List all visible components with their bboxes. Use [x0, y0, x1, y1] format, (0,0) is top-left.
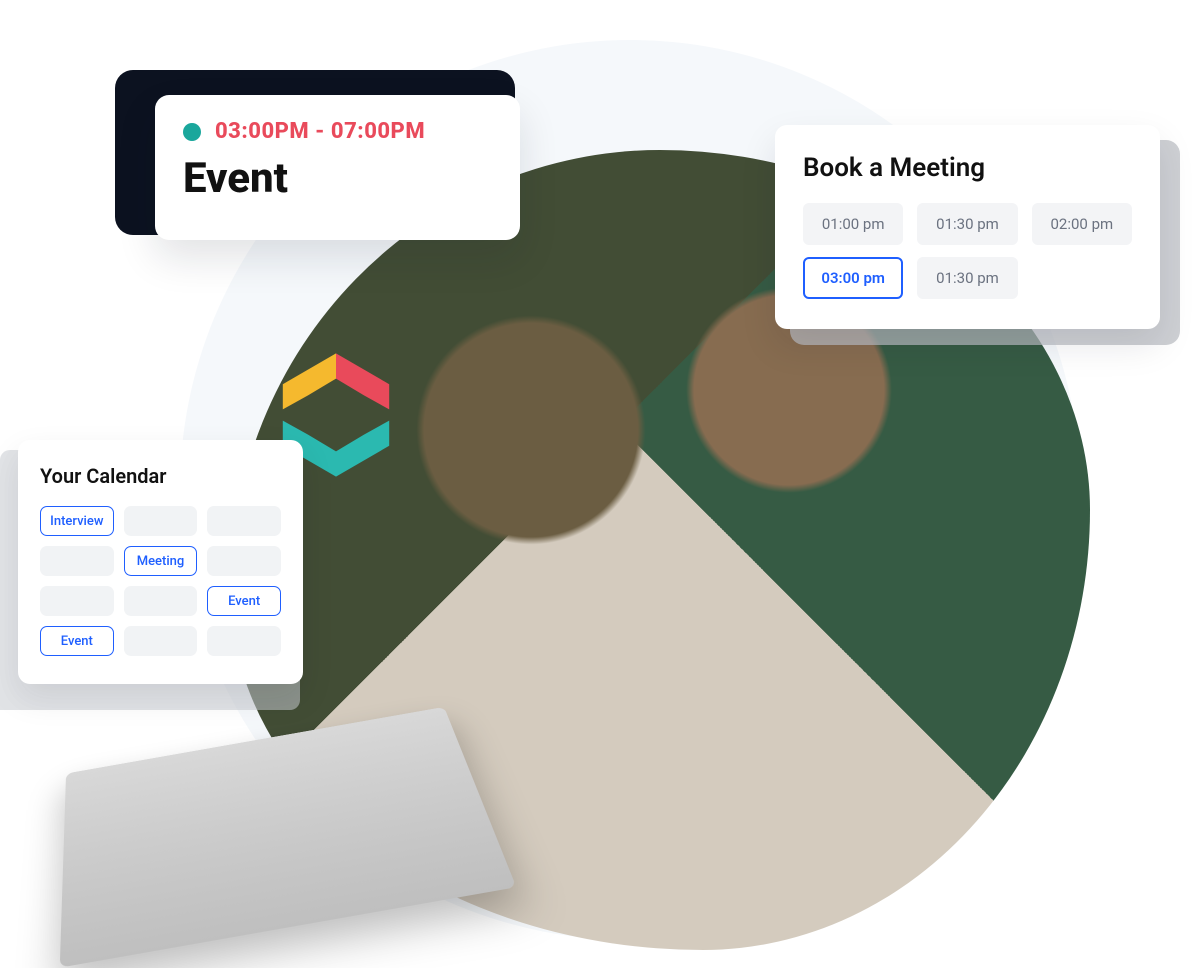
calendar-entry-empty [40, 546, 114, 576]
calendar-entry-event[interactable]: Event [40, 626, 114, 656]
calendar-entry-meeting[interactable]: Meeting [124, 546, 198, 576]
time-slot[interactable]: 01:30 pm [917, 203, 1017, 245]
book-meeting-title: Book a Meeting [803, 153, 1132, 183]
calendar-entry-empty [40, 586, 114, 616]
event-card: 03:00PM - 07:00PM Event [155, 95, 520, 240]
time-slot-selected[interactable]: 03:00 pm [803, 257, 903, 299]
time-slot-grid: 01:00 pm 01:30 pm 02:00 pm 03:00 pm 01:3… [803, 203, 1132, 299]
calendar-entry-empty [207, 506, 281, 536]
calendar-entry-event[interactable]: Event [207, 586, 281, 616]
calendar-entry-empty [124, 626, 198, 656]
status-dot-icon [183, 123, 201, 141]
calendar-entry-empty [207, 546, 281, 576]
time-slot[interactable]: 02:00 pm [1032, 203, 1132, 245]
time-slot[interactable]: 01:30 pm [917, 257, 1017, 299]
your-calendar-title: Your Calendar [40, 464, 281, 488]
time-slot[interactable]: 01:00 pm [803, 203, 903, 245]
calendar-entry-empty [124, 586, 198, 616]
calendar-entry-interview[interactable]: Interview [40, 506, 114, 536]
event-title: Event [183, 154, 492, 203]
event-time-range: 03:00PM - 07:00PM [215, 119, 425, 144]
calendar-grid: Interview Meeting Event Event [40, 506, 281, 656]
calendar-entry-empty [124, 506, 198, 536]
your-calendar-card: Your Calendar Interview Meeting Event Ev… [18, 440, 303, 684]
calendar-entry-empty [207, 626, 281, 656]
book-meeting-card: Book a Meeting 01:00 pm 01:30 pm 02:00 p… [775, 125, 1160, 329]
